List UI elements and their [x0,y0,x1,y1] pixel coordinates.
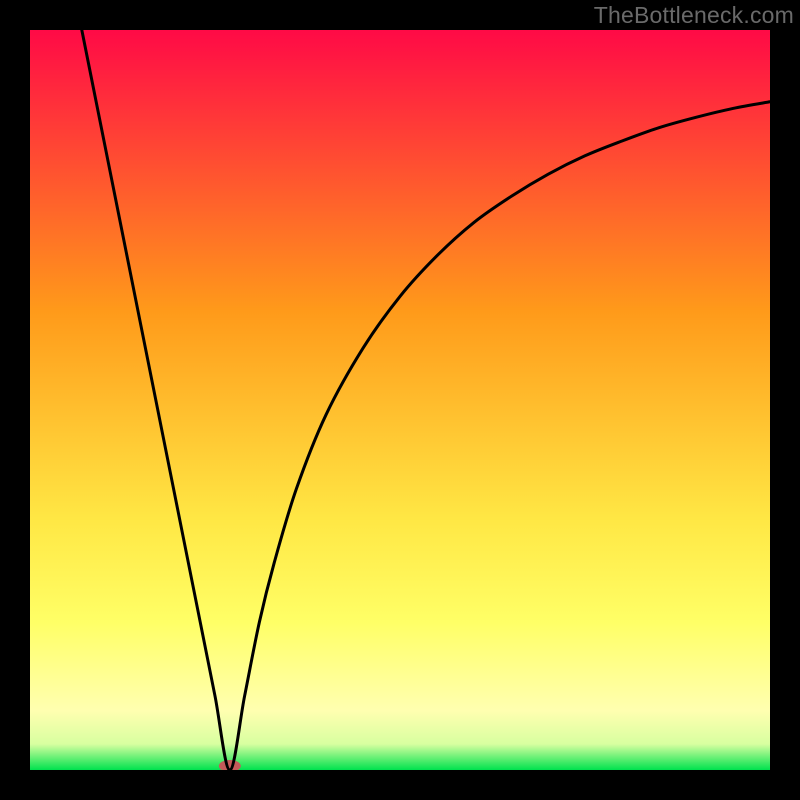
chart-svg [30,30,770,770]
watermark-text: TheBottleneck.com [594,2,794,29]
gradient-bg [30,30,770,770]
chart-frame: TheBottleneck.com [0,0,800,800]
plot-area [30,30,770,770]
